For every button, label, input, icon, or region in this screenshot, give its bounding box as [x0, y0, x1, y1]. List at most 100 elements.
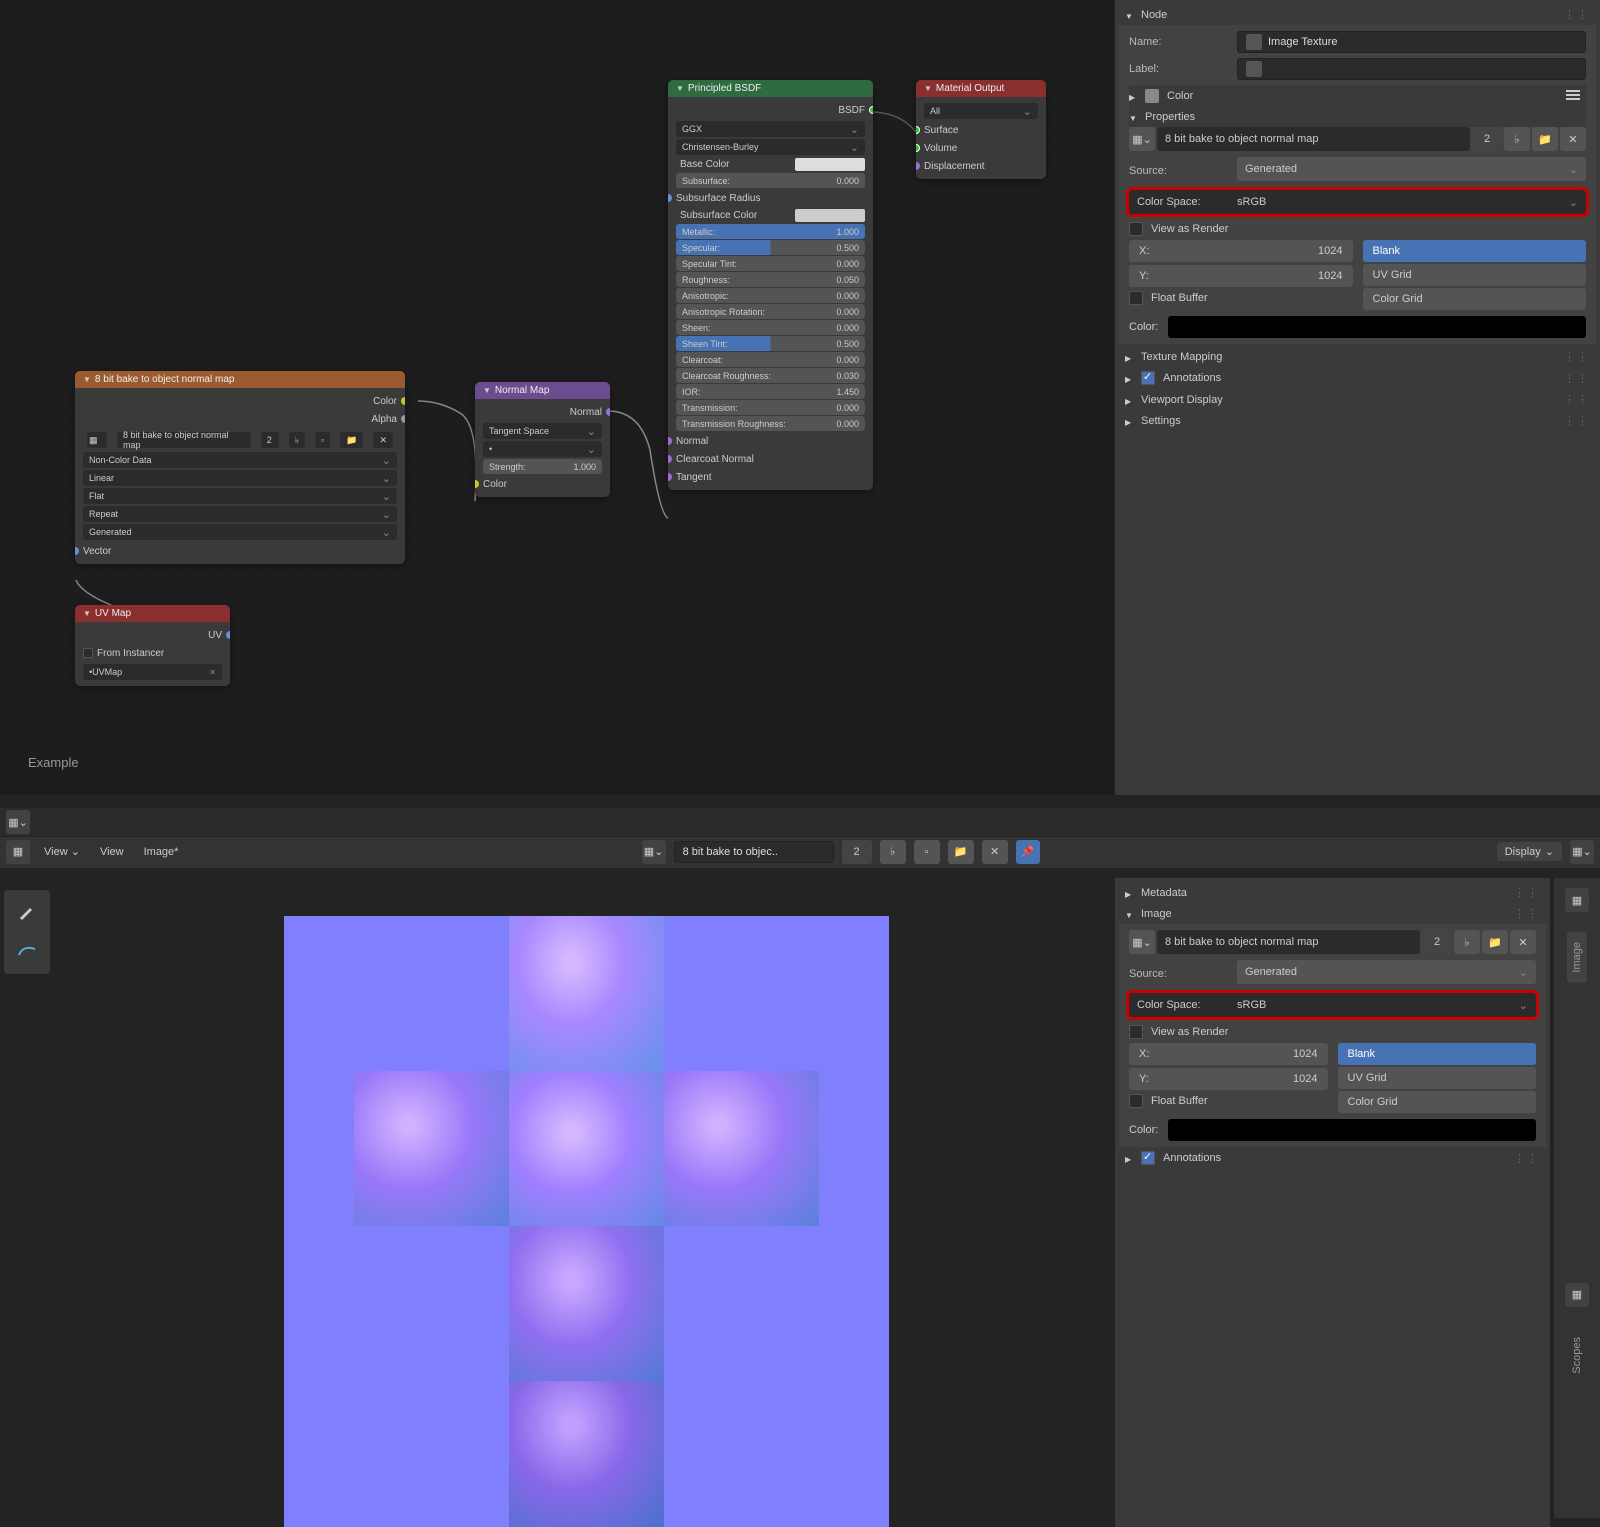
space-dropdown[interactable]: Tangent Space: [483, 423, 602, 439]
float-buffer-checkbox[interactable]: Float Buffer: [1129, 1090, 1328, 1112]
image-name-field[interactable]: 8 bit bake to object normal map: [117, 432, 251, 448]
uvmap-dropdown[interactable]: •: [483, 441, 602, 457]
users-button[interactable]: 2: [842, 840, 872, 864]
image-browse-icon[interactable]: ▦: [87, 432, 107, 448]
node-uv-map[interactable]: UV Map UV From Instancer • UVMap✕: [75, 605, 230, 686]
transmission-slider[interactable]: Transmission:0.000: [676, 400, 865, 415]
color-subsection[interactable]: Color: [1129, 85, 1586, 107]
settings-icon-2[interactable]: ▦: [1565, 1283, 1589, 1307]
properties-subsection[interactable]: Properties: [1129, 107, 1586, 127]
view-menu[interactable]: View ⌄: [38, 841, 86, 862]
new-image-icon[interactable]: ▫: [315, 432, 330, 448]
pin-button[interactable]: 📌: [1016, 840, 1040, 864]
view-menu-2[interactable]: View: [94, 842, 130, 862]
open-image-icon[interactable]: 📁: [340, 432, 363, 448]
specular-tint-slider[interactable]: Specular Tint:0.000: [676, 256, 865, 271]
node-title[interactable]: UV Map: [75, 605, 230, 622]
image-name-field[interactable]: 8 bit bake to object normal map: [1157, 930, 1420, 954]
y-field[interactable]: Y:1024: [1129, 265, 1353, 287]
sss-method-dropdown[interactable]: Christensen-Burley: [676, 139, 865, 155]
node-material-output[interactable]: Material Output All Surface Volume Displ…: [916, 80, 1046, 179]
color-swatch[interactable]: [1168, 316, 1586, 338]
subsurface-slider[interactable]: Subsurface:0.000: [676, 173, 865, 188]
target-dropdown[interactable]: All: [924, 103, 1038, 119]
texture-mapping-header[interactable]: Texture Mapping⋮⋮: [1119, 346, 1596, 367]
interpolation-dropdown[interactable]: Linear: [83, 470, 397, 486]
annotate-tool[interactable]: [6, 932, 48, 970]
float-buffer-checkbox[interactable]: Float Buffer: [1129, 287, 1353, 309]
uv-grid-button[interactable]: UV Grid: [1338, 1067, 1537, 1089]
aniso-rotation-slider[interactable]: Anisotropic Rotation:0.000: [676, 304, 865, 319]
transmission-roughness-slider[interactable]: Transmission Roughness:0.000: [676, 416, 865, 431]
node-title[interactable]: Normal Map: [475, 382, 610, 399]
name-field[interactable]: Image Texture: [1237, 31, 1586, 53]
uv-grid-button[interactable]: UV Grid: [1363, 264, 1587, 286]
node-title[interactable]: Material Output: [916, 80, 1046, 97]
list-icon[interactable]: [1566, 90, 1580, 102]
scopes-tab[interactable]: Scopes: [1567, 1327, 1587, 1384]
y-field[interactable]: Y:1024: [1129, 1068, 1328, 1090]
image-canvas[interactable]: [284, 916, 889, 1527]
open-image-button[interactable]: 📁: [1532, 127, 1558, 151]
fake-user-icon[interactable]: ♭: [289, 432, 305, 448]
color-checkbox[interactable]: [1145, 89, 1159, 103]
metallic-slider[interactable]: Metallic:1.000: [676, 224, 865, 239]
node-title[interactable]: 8 bit bake to object normal map: [75, 371, 405, 388]
colorspace-dropdown[interactable]: Non-Color Data: [83, 452, 397, 468]
node-normal-map[interactable]: Normal Map Normal Tangent Space • Streng…: [475, 382, 610, 497]
clearcoat-roughness-slider[interactable]: Clearcoat Roughness:0.030: [676, 368, 865, 383]
subsurface-color-field[interactable]: Subsurface Color: [676, 208, 865, 223]
settings-icon[interactable]: ▦: [1565, 888, 1589, 912]
image-menu[interactable]: Image*: [138, 842, 185, 862]
mode-button[interactable]: ▦: [6, 840, 30, 864]
annotations-header[interactable]: Annotations⋮⋮: [1119, 367, 1596, 389]
annotations-header[interactable]: Annotations⋮⋮: [1119, 1147, 1546, 1169]
view-as-render-checkbox[interactable]: View as Render: [1129, 1021, 1536, 1043]
image-tab[interactable]: Image: [1567, 932, 1587, 983]
node-editor-viewport[interactable]: 8 bit bake to object normal map Color Al…: [0, 0, 1114, 795]
source-dropdown[interactable]: Generated: [83, 524, 397, 540]
viewport-display-header[interactable]: Viewport Display⋮⋮: [1119, 389, 1596, 410]
colorspace-dropdown[interactable]: Color Space: sRGB: [1129, 190, 1586, 214]
image-users[interactable]: 2: [261, 432, 279, 448]
sheen-tint-slider[interactable]: Sheen Tint:0.500: [676, 336, 865, 351]
sample-tool[interactable]: [6, 892, 48, 930]
view-as-render-checkbox[interactable]: View as Render: [1129, 218, 1586, 240]
image-browse-button[interactable]: ▦⌄: [1129, 127, 1155, 151]
node-section-header[interactable]: Node ⋮⋮: [1119, 4, 1596, 25]
distribution-dropdown[interactable]: GGX: [676, 121, 865, 137]
image-browse-button[interactable]: ▦⌄: [1129, 930, 1155, 954]
clearcoat-slider[interactable]: Clearcoat:0.000: [676, 352, 865, 367]
extension-dropdown[interactable]: Repeat: [83, 506, 397, 522]
unlink-button[interactable]: ✕: [982, 840, 1008, 864]
strength-slider[interactable]: Strength:1.000: [483, 459, 602, 474]
blank-button[interactable]: Blank: [1363, 240, 1587, 262]
color-swatch[interactable]: [1168, 1119, 1536, 1141]
image-section-header[interactable]: Image⋮⋮: [1119, 903, 1546, 924]
sheen-slider[interactable]: Sheen:0.000: [676, 320, 865, 335]
editor-type-button[interactable]: ▦⌄: [6, 810, 30, 834]
blank-button[interactable]: Blank: [1338, 1043, 1537, 1065]
node-title[interactable]: Principled BSDF: [668, 80, 873, 97]
source-dropdown[interactable]: Generated: [1237, 960, 1536, 984]
color-grid-button[interactable]: Color Grid: [1338, 1091, 1537, 1113]
anisotropic-slider[interactable]: Anisotropic:0.000: [676, 288, 865, 303]
color-grid-button[interactable]: Color Grid: [1363, 288, 1587, 310]
unlink-button[interactable]: ✕: [1560, 127, 1586, 151]
image-name-field[interactable]: 8 bit bake to objec..: [674, 841, 834, 863]
settings-header[interactable]: Settings⋮⋮: [1119, 410, 1596, 431]
roughness-slider[interactable]: Roughness:0.050: [676, 272, 865, 287]
label-field[interactable]: [1237, 58, 1586, 80]
new-button[interactable]: ▫: [914, 840, 940, 864]
image-browse-button[interactable]: ▦⌄: [642, 840, 666, 864]
unlink-icon[interactable]: ✕: [373, 432, 393, 448]
source-dropdown[interactable]: Generated: [1237, 157, 1586, 181]
image-users-button[interactable]: 2: [1472, 127, 1502, 151]
fake-user-button[interactable]: ♭: [1454, 930, 1480, 954]
x-field[interactable]: X:1024: [1129, 240, 1353, 262]
image-name-field[interactable]: 8 bit bake to object normal map: [1157, 127, 1470, 151]
open-button[interactable]: 📁: [948, 840, 974, 864]
fake-user-button[interactable]: ♭: [1504, 127, 1530, 151]
node-image-texture[interactable]: 8 bit bake to object normal map Color Al…: [75, 371, 405, 564]
from-instancer-check[interactable]: From Instancer: [79, 644, 226, 662]
